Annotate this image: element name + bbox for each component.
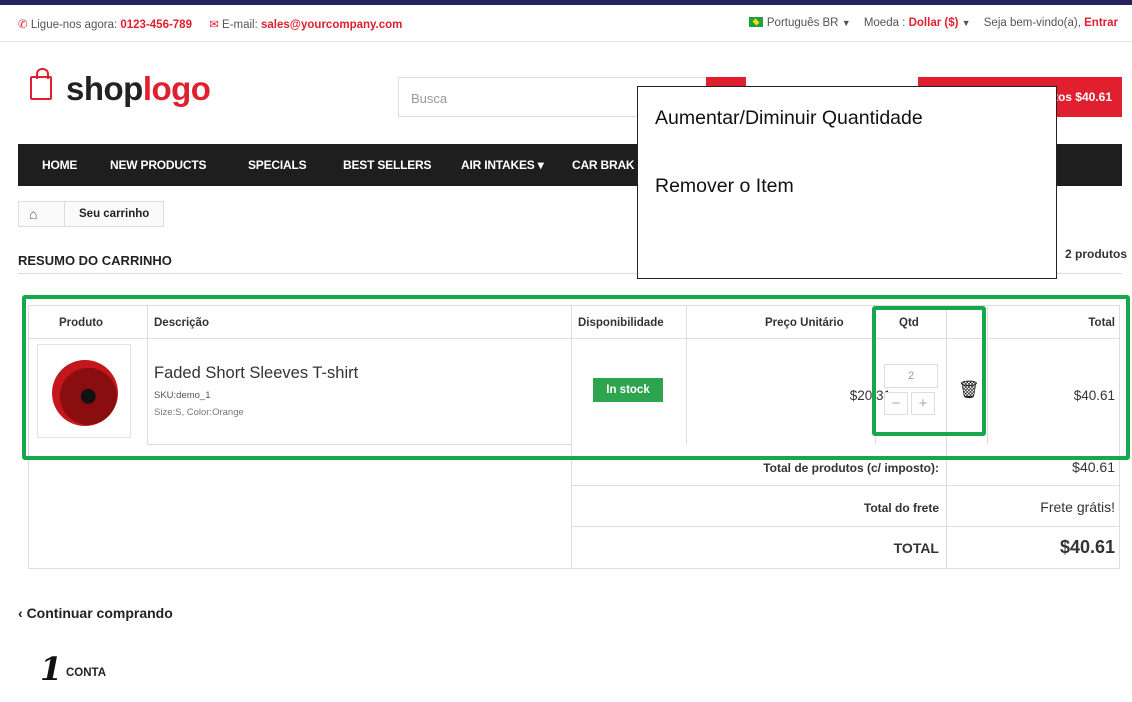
continue-shopping-link[interactable]: ‹ Continuar comprando — [18, 605, 173, 621]
nav-air-intakes[interactable]: AIR INTAKES ▾ — [461, 158, 544, 172]
currency-selector[interactable]: Moeda : Dollar ($) ▼ — [864, 17, 974, 29]
currency-label: Moeda : — [863, 17, 906, 29]
caret-down-icon: ▼ — [841, 18, 851, 28]
search-placeholder: Busca — [411, 91, 448, 106]
products-total-label: Total de produtos (c/ imposto): — [763, 461, 939, 475]
qty-controls-highlight — [872, 306, 986, 436]
divider — [571, 485, 1119, 486]
shipping-total-value: Frete grátis! — [1040, 499, 1115, 515]
annotation-callout: Aumentar/Diminuir Quantidade Remover o I… — [637, 86, 1057, 279]
welcome-text: Seja bem-vindo(a), — [983, 17, 1081, 29]
divider — [571, 526, 1119, 527]
cart-summary-title: RESUMO DO CARRINHO — [18, 253, 172, 268]
step-number: 1 — [40, 650, 63, 688]
step-label: CONTA — [66, 667, 107, 679]
logo-text-part2: logo — [142, 70, 211, 107]
cart-button-label: tos $40.61 — [1053, 90, 1112, 104]
breadcrumb-current: Seu carrinho — [79, 208, 150, 220]
logo-text-part1: shop — [66, 70, 143, 107]
phone-label: Ligue-nos agora: — [30, 19, 118, 31]
language-selector[interactable]: Português BR ▼ — [748, 17, 854, 29]
grand-total-label: TOTAL — [893, 540, 939, 556]
top-bar: ✆ Ligue-nos agora: 0123-456-789 ✉ E-mail… — [0, 5, 1132, 42]
mail-icon: ✉ — [209, 19, 219, 31]
login-link[interactable]: Entrar — [1084, 17, 1118, 29]
email-link[interactable]: sales@yourcompany.com — [261, 19, 402, 31]
currency-value: Dollar ($) — [908, 17, 959, 29]
products-total-value: $40.61 — [1072, 459, 1115, 475]
home-icon: ⌂ — [29, 206, 38, 222]
language-label: Português BR — [766, 17, 839, 29]
brazil-flag-icon — [748, 17, 763, 27]
caret-down-icon: ▼ — [961, 18, 971, 28]
continue-shopping-label: Continuar comprando — [26, 605, 173, 621]
chevron-left-icon: ‹ — [18, 605, 23, 621]
nav-home[interactable]: HOME — [42, 158, 77, 172]
callout-line-quantity: Aumentar/Diminuir Quantidade — [655, 107, 923, 129]
nav-car-brakes[interactable]: CAR BRAK — [572, 158, 635, 172]
grand-total-value: $40.61 — [1059, 537, 1115, 557]
cart-product-count: 2 produtos — [1065, 247, 1127, 261]
callout-line-remove: Remover o Item — [655, 175, 794, 197]
breadcrumb: ⌂ Seu carrinho — [18, 201, 164, 227]
shopping-bag-icon — [30, 68, 52, 100]
breadcrumb-home[interactable]: ⌂ — [19, 202, 65, 226]
nav-new-products[interactable]: NEW PRODUCTS — [110, 158, 206, 172]
shipping-total-label: Total do frete — [863, 501, 939, 515]
email-label: E-mail: — [222, 19, 258, 31]
phone-icon: ✆ — [18, 19, 28, 31]
nav-specials[interactable]: SPECIALS — [248, 158, 307, 172]
phone-number[interactable]: 0123-456-789 — [120, 19, 192, 31]
nav-best-sellers[interactable]: BEST SELLERS — [343, 158, 431, 172]
